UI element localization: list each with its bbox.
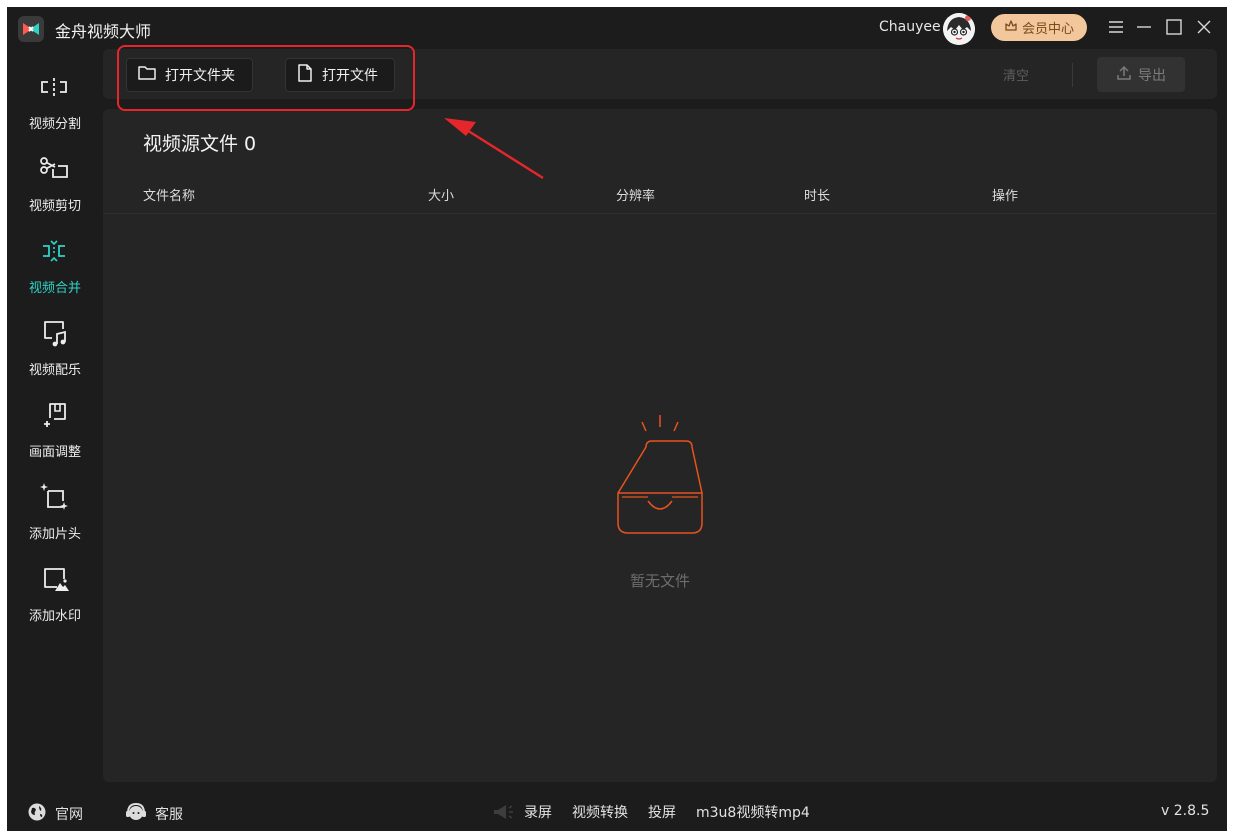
annotation-arrow-icon [444,118,544,180]
